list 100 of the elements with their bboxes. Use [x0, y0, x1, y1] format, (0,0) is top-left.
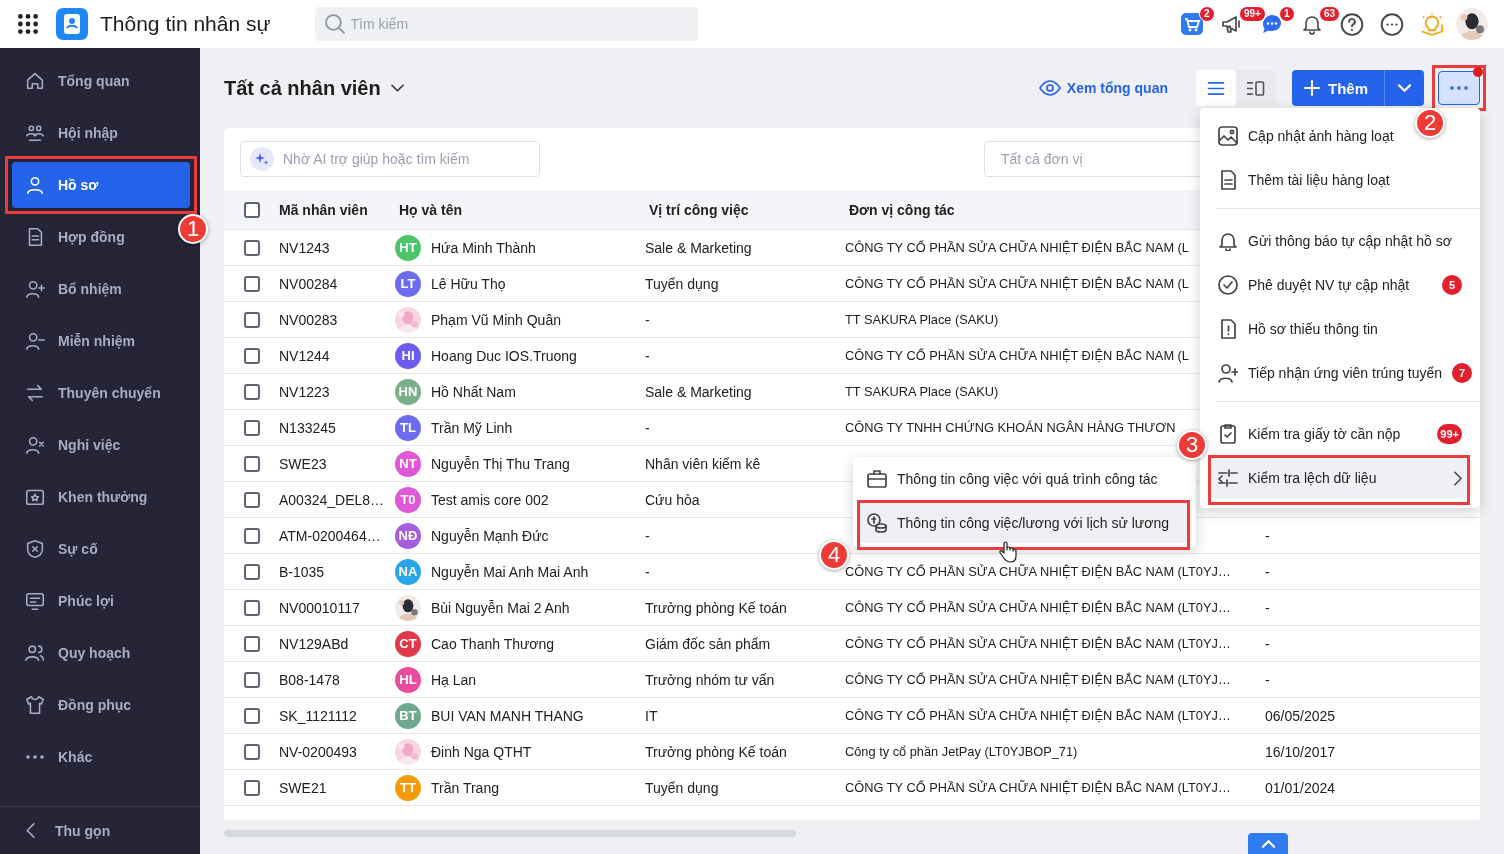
menu-item[interactable]: Kiểm tra lệch dữ liệu: [1208, 458, 1472, 498]
table-cell: Hoang Duc IOS.Truong: [431, 347, 577, 364]
table-cell: -: [1265, 563, 1270, 580]
table-cell: Nhân viên kiểm kê: [645, 455, 761, 472]
row-checkbox[interactable]: [244, 275, 260, 292]
menu-item[interactable]: Thông tin công việc/lương với lịch sử lương: [857, 503, 1192, 543]
table-cell: Sale & Marketing: [645, 383, 752, 400]
count-badge: 63: [1319, 6, 1341, 22]
table-cell: Phạm Vũ Minh Quân: [431, 311, 561, 328]
help-icon[interactable]: [1340, 12, 1364, 36]
table-cell-text: B-1035: [279, 563, 326, 580]
avatar: NA: [395, 558, 421, 585]
add-button[interactable]: Thêm: [1292, 70, 1384, 106]
sidebar-item[interactable]: Đồng phục: [12, 682, 140, 728]
sidebar-item[interactable]: Sự cố: [12, 526, 106, 572]
table-cell: CÔNG TY CỔ PHẦN SỬA CHỮA NHIỆT ĐIỆN BẮC NAM (LT0YJ…: [845, 780, 1231, 795]
view-button[interactable]: [1196, 70, 1236, 106]
menu-item-icon: [1218, 275, 1238, 295]
count-badge: 2: [1199, 6, 1215, 22]
menu-item[interactable]: Gửi thông báo tự cập nhật hồ sơ: [1208, 221, 1462, 261]
scrollbar[interactable]: [224, 829, 796, 837]
row-checkbox[interactable]: [244, 311, 260, 328]
table-cell-text: ATM-0200464…: [279, 527, 382, 544]
menu-item[interactable]: Phê duyệt NV tự cập nhật 5: [1208, 265, 1472, 305]
avatar: NĐ: [395, 522, 421, 549]
table-cell: Công ty cổ phần JetPay (LT0YJBOP_71): [845, 744, 1078, 759]
table-cell: Test amis core 002: [431, 491, 549, 508]
column-header: Mã nhân viên: [279, 201, 369, 218]
table-cell-text: NV00283: [279, 311, 339, 328]
column-header: Họ và tên: [399, 201, 463, 218]
select-all-checkbox[interactable]: [244, 201, 260, 218]
cart-icon[interactable]: [1180, 12, 1204, 36]
menu-item-icon: [1218, 319, 1238, 339]
table-cell: Đinh Nga QTHT: [431, 743, 532, 760]
sidebar-item[interactable]: Khen thưởng: [12, 474, 156, 520]
callout-badge: 1: [178, 214, 208, 244]
avatar: HI: [395, 342, 421, 369]
avatar: TT: [395, 774, 421, 801]
avatar: TL: [395, 414, 421, 441]
table-cell: Bùi Nguyễn Mai 2 Anh: [431, 599, 570, 616]
sidebar-item[interactable]: Nghỉ việc: [12, 422, 129, 468]
row-checkbox[interactable]: [244, 743, 260, 760]
sidebar-item[interactable]: Hợp đồng: [12, 214, 133, 260]
chevron-up-icon: [1261, 839, 1275, 848]
chevron-down-icon: [1398, 84, 1411, 92]
more-icon[interactable]: [1380, 12, 1404, 36]
table-cell: -: [645, 347, 650, 364]
table-cell: 16/10/2017: [1265, 743, 1336, 760]
menu-item-icon: [1218, 231, 1238, 251]
menu-item[interactable]: Hồ sơ thiếu thông tin: [1208, 309, 1388, 349]
apps-icon[interactable]: [18, 14, 38, 34]
dropdown-button[interactable]: [1384, 70, 1424, 106]
sidebar-item[interactable]: Phúc lợi: [12, 578, 122, 624]
scroll-top-button[interactable]: [1248, 833, 1288, 854]
row-checkbox[interactable]: [244, 563, 260, 580]
row-checkbox[interactable]: [244, 383, 260, 400]
chat-icon[interactable]: [1260, 12, 1284, 36]
table-cell: Lê Hữu Thọ: [431, 275, 506, 292]
row-checkbox[interactable]: [244, 491, 260, 508]
row-checkbox[interactable]: [244, 599, 260, 616]
row-checkbox[interactable]: [244, 707, 260, 724]
table-cell: Sale & Marketing: [645, 239, 752, 256]
row-checkbox[interactable]: [244, 779, 260, 796]
table-cell: Hồ Nhất Nam: [431, 383, 516, 400]
menu-item-icon: [1218, 424, 1238, 444]
sidebar-item[interactable]: Quy hoạch: [12, 630, 139, 676]
app-title: Thông tin nhân sự: [100, 12, 271, 36]
more-button[interactable]: [1438, 71, 1480, 105]
sidebar-item[interactable]: Khác: [12, 734, 101, 780]
row-checkbox[interactable]: [244, 635, 260, 652]
sidebar-item[interactable]: Thuyên chuyển: [12, 370, 169, 416]
search-field[interactable]: Tìm kiếm: [314, 7, 698, 41]
ai-search-field[interactable]: Nhờ AI trợ giúp hoặc tìm kiếm: [240, 141, 540, 177]
table-cell-text: NV1243: [279, 239, 331, 256]
sidebar-item[interactable]: Miễn nhiệm: [12, 318, 143, 364]
menu-item-icon: [1218, 468, 1238, 488]
menu-item[interactable]: Thêm tài liệu hàng loạt: [1208, 160, 1400, 200]
menu-item-icon: [24, 642, 46, 664]
menu-item[interactable]: Thông tin công việc với quá trình công tác: [857, 459, 1168, 499]
overview-link[interactable]: Xem tổng quan: [1038, 80, 1168, 96]
menu-item-icon: [24, 174, 46, 196]
table-cell: Trưởng phòng Kế toán: [645, 599, 787, 616]
row-checkbox[interactable]: [244, 419, 260, 436]
row-checkbox[interactable]: [244, 239, 260, 256]
row-checkbox[interactable]: [244, 671, 260, 688]
sidebar-item[interactable]: Bổ nhiệm: [12, 266, 130, 312]
menu-item[interactable]: Tiếp nhận ứng viên trúng tuyển 7: [1208, 353, 1472, 393]
table-cell: CÔNG TY CỔ PHẦN SỬA CHỮA NHIỆT ĐIỆN BẮC NAM (L: [845, 348, 1189, 363]
view-title-dropdown[interactable]: Tất cả nhân viên: [224, 76, 404, 100]
row-checkbox[interactable]: [244, 455, 260, 472]
menu-item-icon: [24, 70, 46, 92]
dots-icon: [25, 755, 45, 759]
sidebar-item[interactable]: Tổng quan: [12, 58, 138, 104]
count-badge: 99+: [1239, 6, 1266, 22]
row-checkbox[interactable]: [244, 527, 260, 544]
sidebar-item[interactable]: Hồ sơ: [12, 162, 190, 208]
menu-item[interactable]: Kiểm tra giấy tờ cần nộp 99+: [1208, 414, 1472, 454]
row-checkbox[interactable]: [244, 347, 260, 364]
sidebar-item[interactable]: Hội nhập: [12, 110, 126, 156]
menu-item[interactable]: Cập nhật ảnh hàng loạt: [1208, 116, 1404, 156]
